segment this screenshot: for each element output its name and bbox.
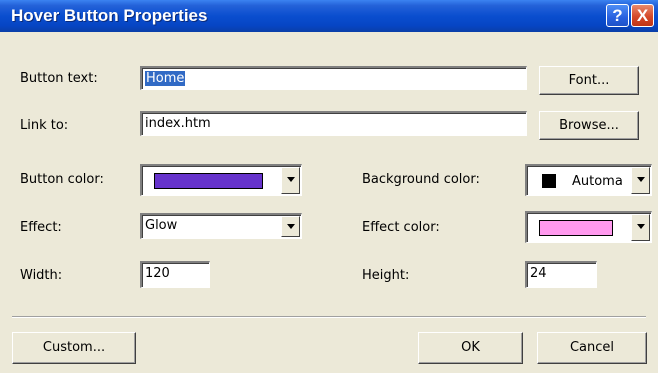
close-icon[interactable]: X: [631, 4, 654, 27]
width-value: 120: [145, 266, 170, 281]
hover-button-properties-dialog: Hover Button Properties ? X Button text:…: [0, 0, 658, 373]
custom-button[interactable]: Custom...: [12, 332, 136, 364]
link-to-input[interactable]: index.htm: [140, 111, 527, 136]
chevron-down-icon: [287, 224, 295, 229]
title-bar[interactable]: Hover Button Properties ? X: [0, 0, 658, 32]
link-to-label: Link to:: [20, 118, 69, 133]
background-color-dropdown[interactable]: Automa: [525, 164, 652, 196]
height-input[interactable]: 24: [525, 261, 597, 288]
width-input[interactable]: 120: [140, 261, 210, 288]
button-color-label: Button color:: [20, 172, 104, 187]
effect-color-dropdown[interactable]: [525, 211, 652, 243]
button-text-input[interactable]: Home: [140, 66, 527, 90]
button-color-dropdown[interactable]: [140, 164, 302, 196]
background-color-dropdown-arrow[interactable]: [631, 167, 650, 194]
font-button[interactable]: Font...: [539, 66, 639, 95]
help-icon[interactable]: ?: [606, 4, 629, 27]
effect-color-dropdown-arrow[interactable]: [631, 214, 650, 241]
button-text-value: Home: [145, 71, 186, 86]
chevron-down-icon: [637, 177, 645, 182]
background-color-label: Background color:: [362, 172, 480, 187]
browse-button[interactable]: Browse...: [539, 111, 639, 140]
button-text-label: Button text:: [20, 71, 98, 86]
link-to-value: index.htm: [145, 116, 211, 131]
chevron-down-icon: [287, 177, 295, 182]
width-label: Width:: [20, 268, 63, 283]
effect-value: Glow: [145, 218, 178, 233]
effect-dropdown-arrow[interactable]: [281, 216, 300, 237]
background-color-swatch: [542, 174, 556, 188]
button-color-swatch: [154, 173, 263, 189]
separator: [12, 316, 646, 318]
dialog-title: Hover Button Properties: [11, 6, 208, 25]
button-color-dropdown-arrow[interactable]: [281, 167, 300, 194]
effect-color-label: Effect color:: [362, 220, 440, 235]
background-color-value: Automa: [572, 174, 623, 189]
effect-label: Effect:: [20, 220, 62, 235]
height-label: Height:: [362, 268, 410, 283]
effect-color-swatch: [539, 220, 613, 236]
chevron-down-icon: [637, 224, 645, 229]
effect-dropdown[interactable]: Glow: [140, 213, 302, 239]
ok-button[interactable]: OK: [418, 332, 523, 364]
height-value: 24: [530, 266, 547, 281]
cancel-button[interactable]: Cancel: [537, 332, 647, 364]
